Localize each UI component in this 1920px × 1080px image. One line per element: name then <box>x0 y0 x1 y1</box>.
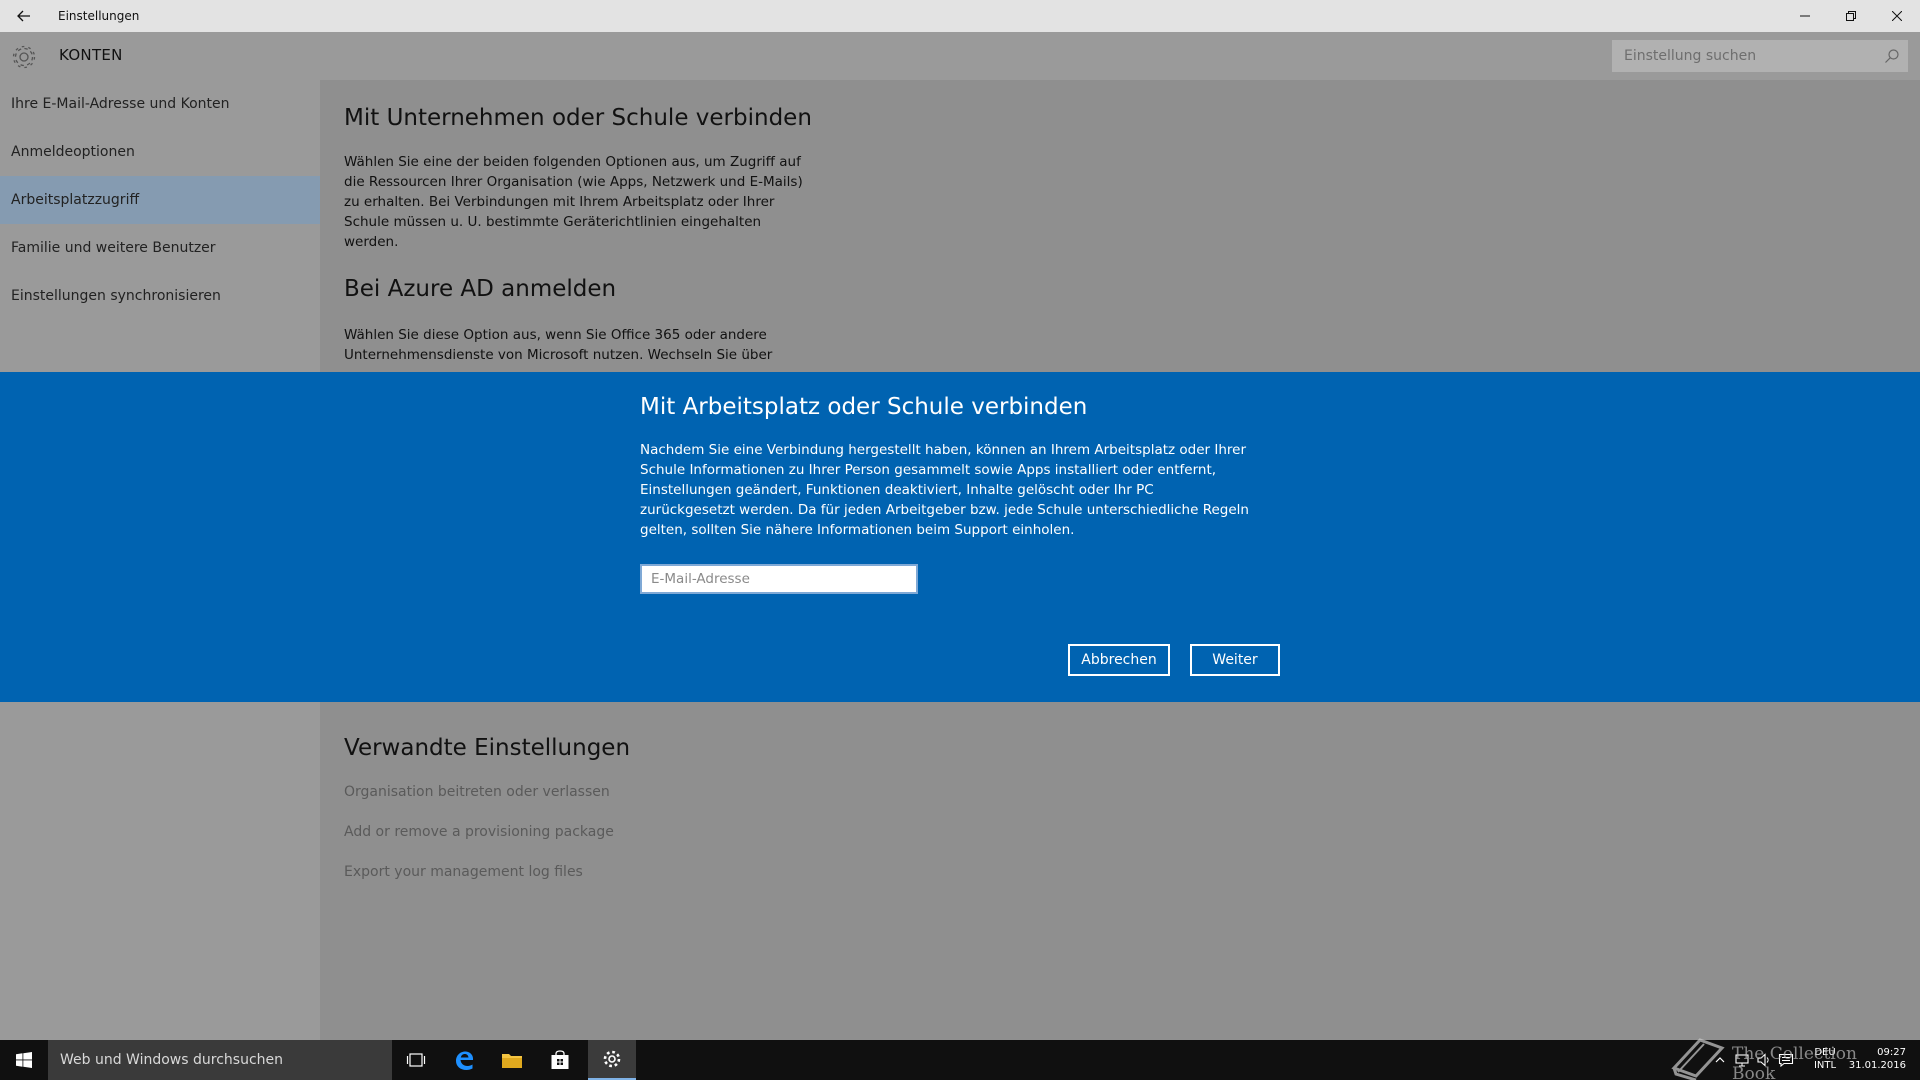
sidebar-item-label: Anmeldeoptionen <box>11 144 135 160</box>
file-explorer-button[interactable] <box>488 1040 536 1080</box>
link-join-leave-organization[interactable]: Organisation beitreten oder verlassen <box>344 784 610 800</box>
sidebar-item-family-users[interactable]: Familie und weitere Benutzer <box>0 224 320 272</box>
dialog-title: Mit Arbeitsplatz oder Schule verbinden <box>640 394 1088 420</box>
section-title: KONTEN <box>59 46 123 64</box>
taskbar-search[interactable]: Web und Windows durchsuchen <box>48 1040 392 1080</box>
dialog-message: Nachdem Sie eine Verbindung hergestellt … <box>640 442 1249 538</box>
task-view-icon <box>406 1053 426 1067</box>
windows-logo-icon <box>16 1052 32 1068</box>
sidebar-item-label: Einstellungen synchronisieren <box>11 288 221 304</box>
minimize-icon <box>1800 15 1810 17</box>
settings-app-button[interactable] <box>588 1040 636 1080</box>
sidebar-item-label: Ihre E-Mail-Adresse und Konten <box>11 96 230 112</box>
cancel-button[interactable]: Abbrechen <box>1068 644 1170 676</box>
settings-gear-icon <box>603 1050 621 1068</box>
watermark-text: The Collection Book <box>1732 1044 1857 1080</box>
folder-icon <box>502 1054 522 1068</box>
next-button[interactable]: Weiter <box>1190 644 1280 676</box>
page-title: Mit Unternehmen oder Schule verbinden <box>344 105 812 131</box>
restore-button[interactable] <box>1828 0 1874 32</box>
related-settings-heading: Verwandte Einstellungen <box>344 735 631 761</box>
minimize-button[interactable] <box>1782 0 1828 32</box>
window-title: Einstellungen <box>58 9 140 23</box>
start-button[interactable] <box>0 1040 48 1080</box>
taskbar-search-placeholder: Web und Windows durchsuchen <box>60 1052 284 1068</box>
sidebar-item-sync-settings[interactable]: Einstellungen synchronisieren <box>0 272 320 320</box>
sidebar-item-email-accounts[interactable]: Ihre E-Mail-Adresse und Konten <box>0 80 320 128</box>
edge-icon <box>456 1051 474 1070</box>
link-provisioning-package[interactable]: Add or remove a provisioning package <box>344 824 614 840</box>
sidebar-item-sign-in-options[interactable]: Anmeldeoptionen <box>0 128 320 176</box>
gear-icon <box>12 45 36 69</box>
task-view-button[interactable] <box>392 1040 440 1080</box>
connect-dialog: Mit Arbeitsplatz oder Schule verbinden N… <box>0 372 1920 702</box>
close-button[interactable] <box>1874 0 1920 32</box>
taskbar: Web und Windows durchsuchen DEU INTL 09:… <box>0 1040 1920 1080</box>
restore-icon <box>1846 11 1856 21</box>
window-controls <box>1782 0 1920 32</box>
sidebar-item-label: Familie und weitere Benutzer <box>11 240 216 256</box>
store-button[interactable] <box>536 1040 584 1080</box>
title-bar: Einstellungen <box>0 0 1920 32</box>
store-bag-icon <box>551 1050 569 1069</box>
email-field[interactable] <box>642 566 916 592</box>
settings-header: KONTEN <box>0 32 1920 80</box>
sidebar-item-work-access[interactable]: Arbeitsplatzzugriff <box>0 176 320 224</box>
edge-button[interactable] <box>440 1040 488 1080</box>
book-logo-icon <box>1671 1038 1725 1080</box>
back-arrow-icon <box>17 10 30 22</box>
watermark: The Collection Book <box>1670 1030 1900 1080</box>
azure-text: Wählen Sie diese Option aus, wenn Sie Of… <box>344 327 773 363</box>
email-field-wrapper <box>640 564 918 594</box>
search-input[interactable] <box>1612 40 1908 72</box>
back-button[interactable] <box>0 0 48 32</box>
settings-search[interactable] <box>1612 40 1908 72</box>
close-icon <box>1892 11 1902 21</box>
sidebar-item-label: Arbeitsplatzzugriff <box>11 192 140 208</box>
intro-text: Wählen Sie eine der beiden folgenden Opt… <box>344 154 803 250</box>
link-export-log-files[interactable]: Export your management log files <box>344 864 583 880</box>
search-icon[interactable] <box>1884 48 1900 64</box>
azure-heading: Bei Azure AD anmelden <box>344 276 617 302</box>
